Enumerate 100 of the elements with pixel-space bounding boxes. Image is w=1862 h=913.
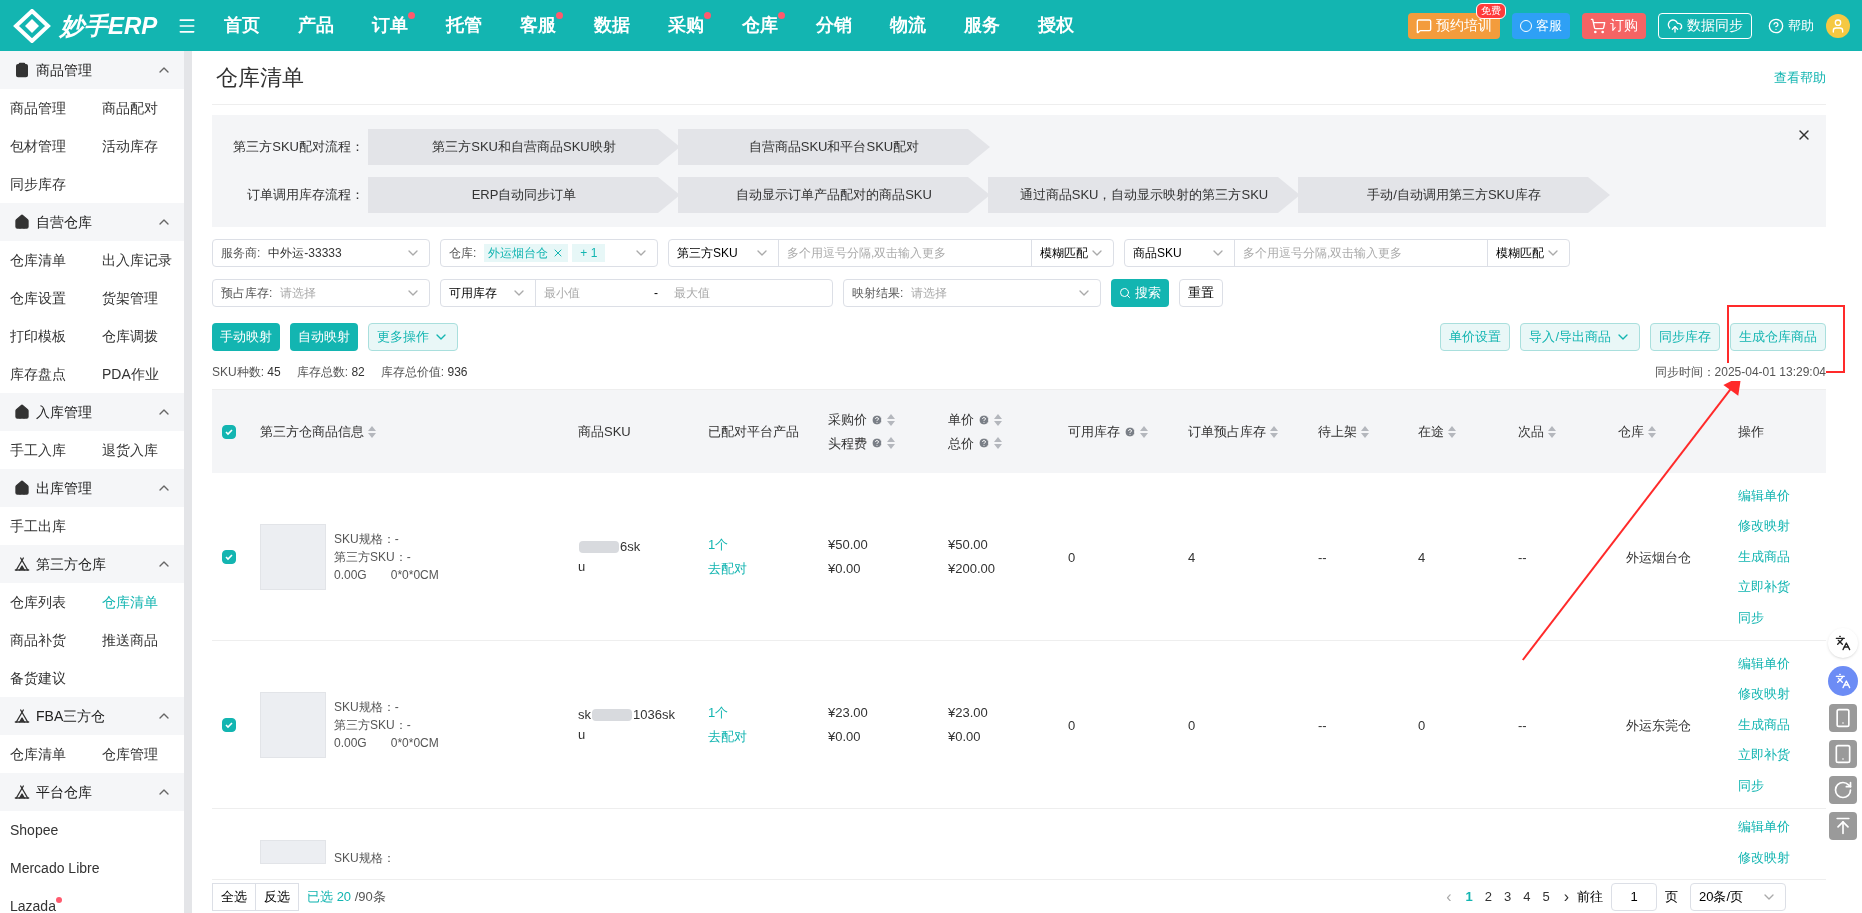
mapping-result-select[interactable]: 映射结果: 请选择 [843,279,1101,307]
checkbox[interactable] [222,424,236,439]
min-input[interactable]: 最小值 [536,280,646,306]
sort-icon[interactable] [1361,425,1369,438]
provider-select[interactable]: 服务商: 中外运-33333 [212,239,430,267]
sidebar-item[interactable]: 打印模板 [10,325,66,347]
sidebar-item[interactable]: 退货入库 [102,439,158,461]
match-select[interactable]: 模糊匹配 [1487,240,1569,266]
total-price: ¥200.00 [948,559,995,578]
page-number[interactable]: 2 [1478,886,1498,907]
invert-selection-button[interactable]: 反选 [256,882,299,911]
reset-button[interactable]: 重置 [1179,279,1223,307]
match-select[interactable]: 模糊匹配 [1031,240,1113,266]
sidebar-item[interactable]: 出入库记录 [102,249,172,271]
screen-icon[interactable] [1829,740,1857,768]
checkbox[interactable] [222,717,236,732]
warehouse-select[interactable]: 仓库: 外运烟台仓 + 1 [440,239,658,267]
sku-input[interactable]: 多个用逗号分隔,双击输入更多 [779,240,1031,266]
column-header[interactable]: 待上架 [1318,421,1369,442]
sort-icon[interactable] [994,437,1002,450]
sidebar-group-header[interactable]: 商品管理 [0,51,184,89]
column-header[interactable]: 在途 [1418,421,1456,442]
house-icon [14,404,30,420]
sort-icon[interactable] [1448,425,1456,438]
max-input[interactable]: 最大值 [666,280,832,306]
sidebar-group-header[interactable]: 第三方仓库 [0,545,184,583]
column-header[interactable]: 订单预占库存 [1188,421,1278,442]
sidebar-item[interactable]: 仓库设置 [10,287,66,309]
tent-icon [14,556,30,572]
sort-icon[interactable] [1140,425,1148,438]
back-to-top-icon[interactable] [1829,812,1857,840]
sidebar-item[interactable]: 货架管理 [102,287,158,309]
page-input[interactable]: 1 [1611,882,1657,911]
sidebar-item[interactable]: 手工入库 [10,439,66,461]
flow-step: 第三方SKU和自营商品SKU映射 [368,129,680,165]
sort-icon[interactable] [994,413,1002,426]
sku-type-select[interactable]: 商品SKU [1125,240,1235,266]
sidebar-group-header[interactable]: 入库管理 [0,393,184,431]
sidebar-group-header[interactable]: 平台仓库 [0,773,184,811]
checkbox[interactable] [222,549,236,564]
sort-icon[interactable] [887,413,895,426]
sidebar-item[interactable]: Mercado Libre [10,857,100,879]
purchase-price: ¥50.00 [828,536,868,554]
column-header[interactable]: 头程费 [828,433,895,453]
select-all-button[interactable]: 全选 [212,882,256,911]
page-size-select[interactable]: 20条/页 [1690,882,1786,911]
dimensions: 0*0*0CM [390,734,439,752]
sidebar-item[interactable]: 库存盘点 [10,363,66,385]
sidebar-group-header[interactable]: 出库管理 [0,469,184,507]
reserved-stock-select[interactable]: 预占库存: 请选择 [212,279,430,307]
sidebar-item[interactable]: PDA作业 [102,363,159,385]
avatar[interactable] [1826,13,1850,38]
phone-icon[interactable] [1829,704,1857,732]
sort-icon[interactable] [368,425,376,438]
sidebar-item[interactable]: 包材管理 [10,135,66,157]
sidebar-item[interactable]: 仓库清单 [10,743,66,765]
sidebar-item[interactable]: 备货建议 [10,667,66,689]
sidebar-item[interactable]: 推送商品 [102,629,158,651]
help-icon [871,413,883,426]
column-header[interactable]: 单价 [948,410,1002,430]
stock-range-field[interactable]: 可用库存 最小值 - 最大值 [440,279,833,307]
sidebar-item[interactable]: 仓库调拨 [102,325,158,347]
table-cell: -- [1318,549,1327,565]
column-header[interactable]: 次品 [1518,421,1556,442]
page-number[interactable]: 4 [1517,886,1537,907]
sidebar-item[interactable]: Lazada [10,895,62,913]
stock-type-select[interactable]: 可用库存 [441,280,536,306]
sku-input[interactable]: 多个用逗号分隔,双击输入更多 [1235,240,1487,266]
sidebar-item[interactable]: 仓库管理 [102,743,158,765]
column-header[interactable]: 采购价 [828,410,895,430]
refresh-icon[interactable] [1829,776,1857,804]
translate-badge-icon[interactable] [1828,666,1858,696]
sku-search-field[interactable]: 第三方SKU 多个用逗号分隔,双击输入更多 模糊匹配 [668,239,1114,267]
sidebar-item[interactable]: 商品补货 [10,629,66,651]
sidebar-item[interactable]: 仓库清单 [10,249,66,271]
sort-icon[interactable] [887,437,895,450]
translate-icon[interactable] [1828,628,1858,658]
column-header[interactable]: 第三方仓商品信息 [260,421,376,442]
sort-icon[interactable] [1648,425,1656,438]
page-number[interactable]: 5 [1536,886,1556,907]
table-cell: 0 [1068,717,1076,733]
flow-step: 手动/自动调用第三方SKU库存 [1298,177,1610,213]
sort-icon[interactable] [1548,425,1556,438]
sidebar-group-header[interactable]: 自营仓库 [0,203,184,241]
sidebar-item[interactable]: 手工出库 [10,515,66,537]
page-number[interactable]: 3 [1497,886,1518,907]
sku-type-select[interactable]: 第三方SKU [669,240,779,266]
column-header[interactable]: 总价 [948,433,1002,453]
next-page[interactable]: › [1555,884,1577,909]
sidebar-item[interactable]: 仓库列表 [10,591,66,613]
sidebar-item[interactable]: 商品配对 [102,97,158,119]
sidebar-item[interactable]: 活动库存 [102,135,158,157]
column-header[interactable]: 仓库 [1618,421,1656,442]
column-header[interactable]: 可用库存 [1068,421,1148,442]
sidebar-item[interactable]: 商品管理 [10,97,66,119]
sidebar-group-header[interactable]: FBA三方仓 [0,697,184,735]
sidebar-item[interactable]: 同步库存 [10,173,66,195]
sidebar-item[interactable]: Shopee [10,819,59,841]
sku-search-field[interactable]: 商品SKU 多个用逗号分隔,双击输入更多 模糊匹配 [1124,239,1570,267]
sort-icon[interactable] [1270,425,1278,438]
